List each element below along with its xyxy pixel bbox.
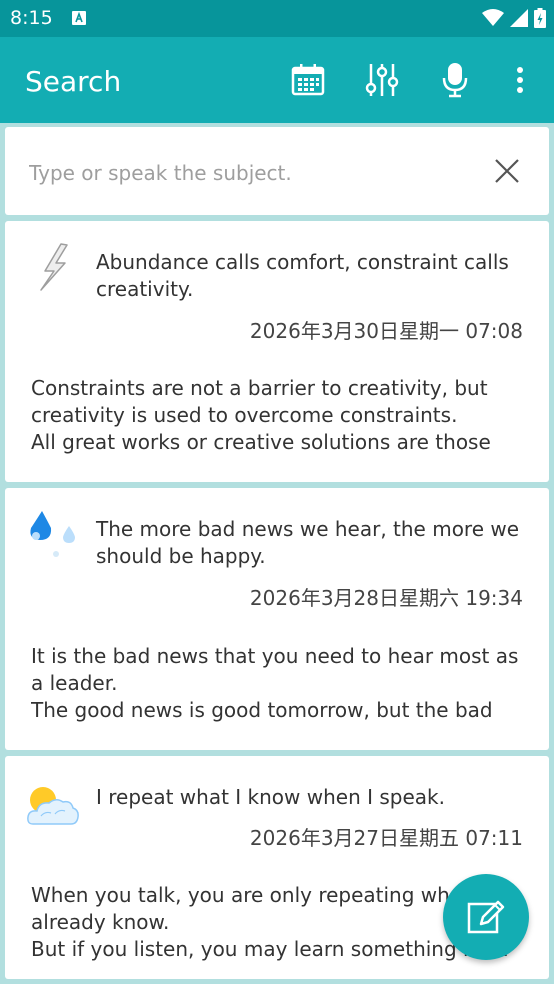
entry-date: 2026年3月30日星期一 07:08: [249, 319, 523, 343]
edit-icon: [467, 900, 505, 934]
more-options-button[interactable]: [502, 61, 538, 99]
calendar-button[interactable]: [290, 61, 326, 99]
status-bar: 8:15: [0, 0, 554, 37]
more-vert-icon: [517, 67, 523, 93]
entry-body: Constraints are not a barrier to creativ…: [31, 376, 491, 454]
calendar-icon: [291, 64, 325, 96]
notification-a-icon: [72, 11, 86, 25]
entry-title: The more bad news we hear, the more we s…: [96, 517, 520, 568]
entry-title: Abundance calls comfort, constraint call…: [96, 250, 509, 301]
entry-body: It is the bad news that you need to hear…: [31, 644, 519, 722]
app-bar: Search: [0, 37, 554, 123]
filter-button[interactable]: [364, 61, 400, 99]
system-icons: [482, 8, 546, 28]
wifi-icon: [482, 9, 504, 26]
entry-date: 2026年3月27日星期五 07:11: [249, 826, 523, 850]
mic-icon: [442, 63, 468, 98]
entry-card[interactable]: The more bad news we hear, the more we s…: [5, 488, 549, 750]
search-box: [5, 127, 549, 215]
clear-icon[interactable]: [493, 157, 521, 185]
partly-cloudy-icon: [27, 787, 79, 825]
search-input[interactable]: [27, 155, 471, 191]
rain-icon: [30, 511, 75, 557]
lightning-icon: [40, 243, 68, 291]
new-entry-button[interactable]: [443, 874, 529, 960]
page-title: Search: [25, 65, 122, 98]
signal-icon: [510, 9, 528, 27]
entry-title: I repeat what I know when I speak.: [96, 785, 445, 809]
voice-button[interactable]: [437, 61, 473, 99]
sliders-icon: [365, 64, 399, 96]
entry-date: 2026年3月28日星期六 19:34: [249, 586, 523, 610]
battery-icon: [534, 8, 546, 28]
entry-card[interactable]: Abundance calls comfort, constraint call…: [5, 221, 549, 482]
status-time: 8:15: [10, 7, 53, 29]
